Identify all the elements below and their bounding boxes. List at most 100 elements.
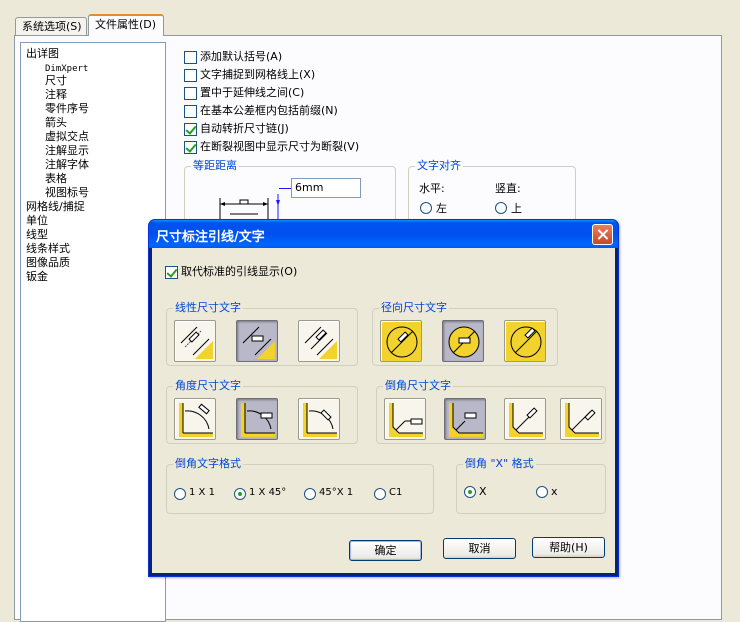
x-format-upper-label: X — [479, 485, 487, 498]
chamfer-format-1x1-radio[interactable] — [174, 488, 186, 500]
radial-horizontal-button[interactable] — [442, 320, 484, 362]
ok-button[interactable]: 确定 — [349, 540, 422, 561]
radial-aligned-icon — [386, 326, 418, 358]
linear-parallel-button[interactable] — [298, 320, 340, 362]
help-button[interactable]: 帮助(H) — [532, 537, 605, 558]
tree-item-grid-snap[interactable]: 网格线/捕捉 — [26, 200, 85, 213]
offset-distances-group: 等距距离 — [184, 159, 396, 226]
center-between-extension-label: 置中于延伸线之间(C) — [200, 86, 305, 99]
vertical-top-label: 上 — [511, 202, 522, 215]
chamfer-format-1x45-radio[interactable] — [234, 488, 246, 500]
override-standard-checkbox[interactable] — [165, 266, 178, 279]
property-tree[interactable]: 出详图 DimXpert 尺寸 注释 零件序号 箭头 虚拟交点 注解显示 注解字… — [20, 42, 166, 622]
text-alignment-group: 文字对齐 — [408, 159, 576, 226]
chamfer-format-45x1-label: 45°X 1 — [319, 487, 354, 498]
chamfer-style2-button[interactable] — [444, 398, 486, 440]
tree-item-line-font[interactable]: 线型 — [26, 228, 48, 241]
chamfer-style1-button[interactable] — [384, 398, 426, 440]
tree-item-line-style[interactable]: 线条样式 — [26, 242, 70, 255]
dimension-leader-text-dialog: 尺寸标注引线/文字 取代标准的引线显示(O) 线性尺寸文字 径向尺寸文字 角度尺… — [148, 219, 619, 577]
offset-distances-title: 等距距离 — [191, 159, 239, 173]
angular-parallel-button[interactable] — [298, 398, 340, 440]
angular-aligned-button[interactable] — [174, 398, 216, 440]
tree-item-notes[interactable]: 注释 — [45, 88, 67, 101]
override-standard-label: 取代标准的引线显示(O) — [181, 265, 298, 278]
chamfer-style3-icon — [509, 403, 543, 437]
linear-parallel-icon — [304, 326, 337, 359]
chamfer-format-title: 倒角文字格式 — [173, 457, 243, 471]
radial-text-title: 径向尺寸文字 — [379, 301, 449, 315]
radial-parallel-icon — [510, 326, 542, 358]
tree-item-drafting[interactable]: 出详图 — [26, 47, 59, 60]
cancel-button-label: 取消 — [468, 542, 491, 555]
chamfer-style2-icon — [449, 403, 483, 437]
offset-value-text: 6mm — [295, 181, 324, 194]
radial-aligned-button[interactable] — [380, 320, 422, 362]
chamfer-format-45x1-radio[interactable] — [304, 488, 316, 500]
tree-item-annotation-display[interactable]: 注解显示 — [45, 144, 89, 157]
include-prefix-checkbox[interactable] — [184, 105, 197, 118]
radial-parallel-button[interactable] — [504, 320, 546, 362]
angular-parallel-icon — [303, 403, 337, 437]
tree-item-arrows[interactable]: 箭头 — [45, 116, 67, 129]
tree-item-dimensions[interactable]: 尺寸 — [45, 74, 67, 87]
add-parentheses-label: 添加默认括号(A) — [200, 50, 283, 63]
horizontal-label: 水平: — [419, 182, 445, 195]
vertical-top-radio[interactable] — [495, 202, 507, 214]
dialog-title: 尺寸标注引线/文字 — [156, 230, 265, 245]
help-button-label: 帮助(H) — [549, 541, 588, 554]
tree-item-view-labels[interactable]: 视图标号 — [45, 186, 89, 199]
snap-text-grid-checkbox[interactable] — [184, 69, 197, 82]
dialog-titlebar[interactable]: 尺寸标注引线/文字 — [149, 220, 618, 248]
chamfer-style4-icon — [565, 403, 599, 437]
angular-horizontal-button[interactable] — [236, 398, 278, 440]
chamfer-format-c1-radio[interactable] — [374, 488, 386, 500]
broken-view-checkbox[interactable] — [184, 141, 197, 154]
text-alignment-title: 文字对齐 — [415, 159, 463, 173]
x-format-upper-radio[interactable] — [464, 486, 476, 498]
tab-label: 系统选项(S) — [22, 20, 82, 33]
include-prefix-label: 在基本公差框内包括前缀(N) — [200, 104, 338, 117]
chamfer-text-title: 倒角尺寸文字 — [383, 379, 453, 393]
angular-aligned-icon — [179, 403, 213, 437]
tab-system-options[interactable]: 系统选项(S) — [15, 17, 87, 37]
x-format-lower-label: x — [551, 485, 558, 498]
tab-label: 文件属性(D) — [95, 18, 157, 31]
horizontal-left-radio[interactable] — [420, 202, 432, 214]
tree-item-image-quality[interactable]: 图像品质 — [26, 256, 70, 269]
linear-aligned-button[interactable] — [174, 320, 216, 362]
close-icon[interactable] — [592, 224, 613, 245]
center-between-extension-checkbox[interactable] — [184, 87, 197, 100]
chamfer-format-c1-label: C1 — [389, 487, 403, 498]
chamfer-style1-icon — [389, 403, 423, 437]
x-format-lower-radio[interactable] — [536, 486, 548, 498]
linear-text-title: 线性尺寸文字 — [173, 301, 243, 315]
auto-jog-label: 自动转折尺寸链(J) — [200, 122, 289, 135]
broken-view-label: 在断裂视图中显示尺寸为断裂(V) — [200, 140, 360, 153]
tree-item-units[interactable]: 单位 — [26, 214, 48, 227]
angular-horizontal-icon — [241, 403, 275, 437]
snap-text-grid-label: 文字捕捉到网格线上(X) — [200, 68, 316, 81]
tree-item-annotation-font[interactable]: 注解字体 — [45, 158, 89, 171]
horizontal-left-label: 左 — [436, 202, 447, 215]
x-format-title: 倒角 "X" 格式 — [463, 457, 536, 471]
tree-item-balloons[interactable]: 零件序号 — [45, 102, 89, 115]
auto-jog-checkbox[interactable] — [184, 123, 197, 136]
offset-value-input[interactable]: 6mm — [291, 178, 361, 198]
tree-item-virtual-sharps[interactable]: 虚拟交点 — [45, 130, 89, 143]
tree-item-tables[interactable]: 表格 — [45, 172, 67, 185]
cancel-button[interactable]: 取消 — [443, 538, 516, 559]
offset-leader-line — [279, 188, 291, 189]
chamfer-style4-button[interactable] — [560, 398, 602, 440]
tree-item-sheet-metal[interactable]: 钣金 — [26, 270, 48, 283]
vertical-label: 竖直: — [495, 182, 521, 195]
tab-document-properties[interactable]: 文件属性(D) — [88, 14, 164, 36]
radial-horizontal-icon — [448, 326, 480, 358]
linear-aligned-icon — [180, 326, 213, 359]
ok-button-label: 确定 — [374, 544, 397, 557]
chamfer-format-1x45-label: 1 X 45° — [249, 487, 287, 498]
linear-horizontal-button[interactable] — [236, 320, 278, 362]
chamfer-style3-button[interactable] — [504, 398, 546, 440]
linear-horizontal-icon — [242, 326, 275, 359]
add-parentheses-checkbox[interactable] — [184, 51, 197, 64]
